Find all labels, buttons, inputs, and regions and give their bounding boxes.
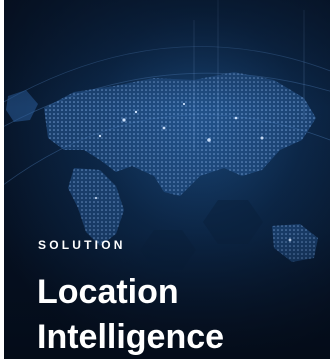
eyebrow-label: SOLUTION — [38, 238, 126, 252]
card-title[interactable]: Location Intelligence — [37, 270, 327, 359]
solution-card[interactable]: SOLUTION Location Intelligence — [4, 0, 330, 359]
